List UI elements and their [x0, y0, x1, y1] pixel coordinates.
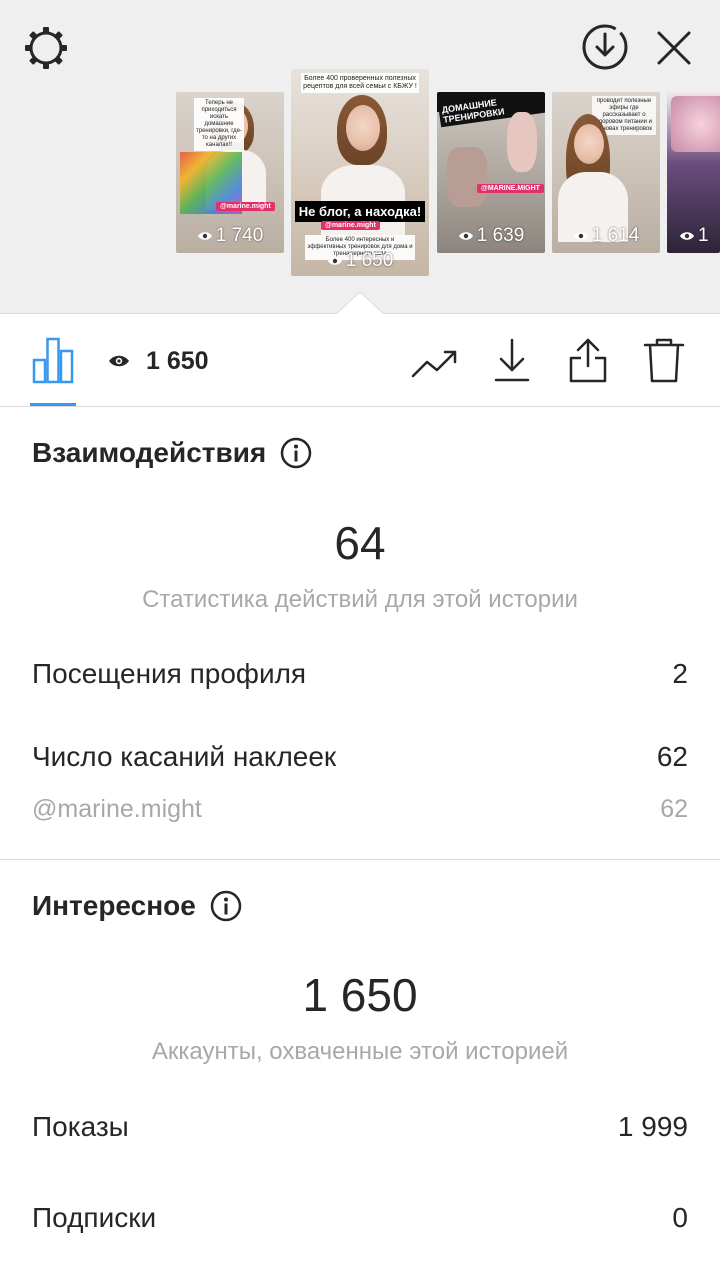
views-count: 1 650: [146, 346, 209, 375]
share-button[interactable]: [564, 334, 612, 386]
story-views: 1 639: [437, 225, 545, 247]
eye-icon: [327, 257, 342, 265]
info-icon[interactable]: [280, 437, 312, 469]
story-views: 1 614: [552, 225, 660, 247]
toolbar-divider: [0, 406, 720, 407]
sticker-mention-value: 62: [660, 795, 688, 823]
eye-icon: [573, 232, 588, 240]
sticker-mention-label: @marine.might: [32, 795, 202, 823]
story-thumbnail-1[interactable]: Теперь не приходиться искать домашние тр…: [176, 92, 284, 253]
reach-caption: Аккаунты, охваченные этой историей: [151, 1038, 569, 1065]
follows-label: Подписки: [32, 1202, 157, 1233]
bar-chart-icon: [32, 337, 74, 384]
impressions-value: 1 999: [617, 1111, 688, 1142]
story-views: 1 740: [176, 225, 284, 247]
settings-button[interactable]: [20, 22, 72, 74]
reach-total: 1 650: [302, 969, 418, 1021]
story-views: 1 650: [291, 250, 429, 272]
story-thumbnail-5[interactable]: 1: [667, 92, 720, 253]
download-story-button[interactable]: [578, 20, 632, 74]
tab-insights[interactable]: [28, 334, 78, 386]
interactions-total: 64: [334, 517, 386, 569]
story-views: 1: [667, 225, 720, 247]
discovery-section-title: Интересное: [32, 887, 242, 925]
story-caption-top: Более 400 проверенных полезных рецептов …: [301, 73, 419, 93]
download-button[interactable]: [488, 334, 536, 386]
story-thumbnail-4[interactable]: проводит полезные эфиры где рассказывает…: [552, 92, 660, 253]
close-button[interactable]: [650, 24, 698, 72]
section-divider: [0, 859, 720, 860]
promote-button[interactable]: [410, 340, 460, 386]
eye-icon: [458, 232, 473, 240]
interactions-caption: Статистика действий для этой истории: [142, 586, 578, 613]
views-summary: 1 650: [108, 344, 209, 378]
gear-icon: [25, 27, 67, 69]
sticker-taps-label: Число касаний наклеек: [32, 741, 337, 772]
close-icon: [657, 31, 691, 65]
info-icon[interactable]: [210, 890, 242, 922]
share-icon: [569, 338, 607, 383]
sticker-taps-value: 62: [656, 741, 688, 772]
trending-icon: [411, 350, 457, 378]
download-circle-icon: [582, 24, 628, 70]
delete-button[interactable]: [640, 334, 688, 386]
trash-icon: [643, 338, 685, 383]
story-banner: Не блог, а находка!: [295, 201, 425, 222]
story-thumbnail-3[interactable]: ДОМАШНИЕ ТРЕНИРОВКИ @MARINE.MIGHT 1 639: [437, 92, 545, 253]
follows-value: 0: [672, 1202, 688, 1233]
impressions-label: Показы: [32, 1111, 129, 1142]
story-mention-tag: @marine.might: [216, 202, 275, 211]
interactions-section-title: Взаимодействия: [32, 434, 312, 472]
eye-icon: [109, 355, 129, 367]
eye-icon: [197, 232, 212, 240]
section-title-text: Взаимодействия: [32, 437, 267, 468]
story-mention-tag: @MARINE.MIGHT: [477, 184, 544, 193]
selection-caret: [336, 292, 384, 315]
section-title-text: Интересное: [32, 890, 196, 921]
eye-icon: [680, 232, 694, 240]
profile-visits-label: Посещения профиля: [32, 658, 307, 689]
story-thumbnail-2-selected[interactable]: Более 400 проверенных полезных рецептов …: [291, 69, 429, 276]
story-caption: Теперь не приходиться искать домашние тр…: [194, 98, 244, 151]
story-mention-tag: @marine.might: [321, 221, 380, 230]
profile-visits-value: 2: [672, 658, 688, 689]
download-icon: [494, 338, 530, 382]
